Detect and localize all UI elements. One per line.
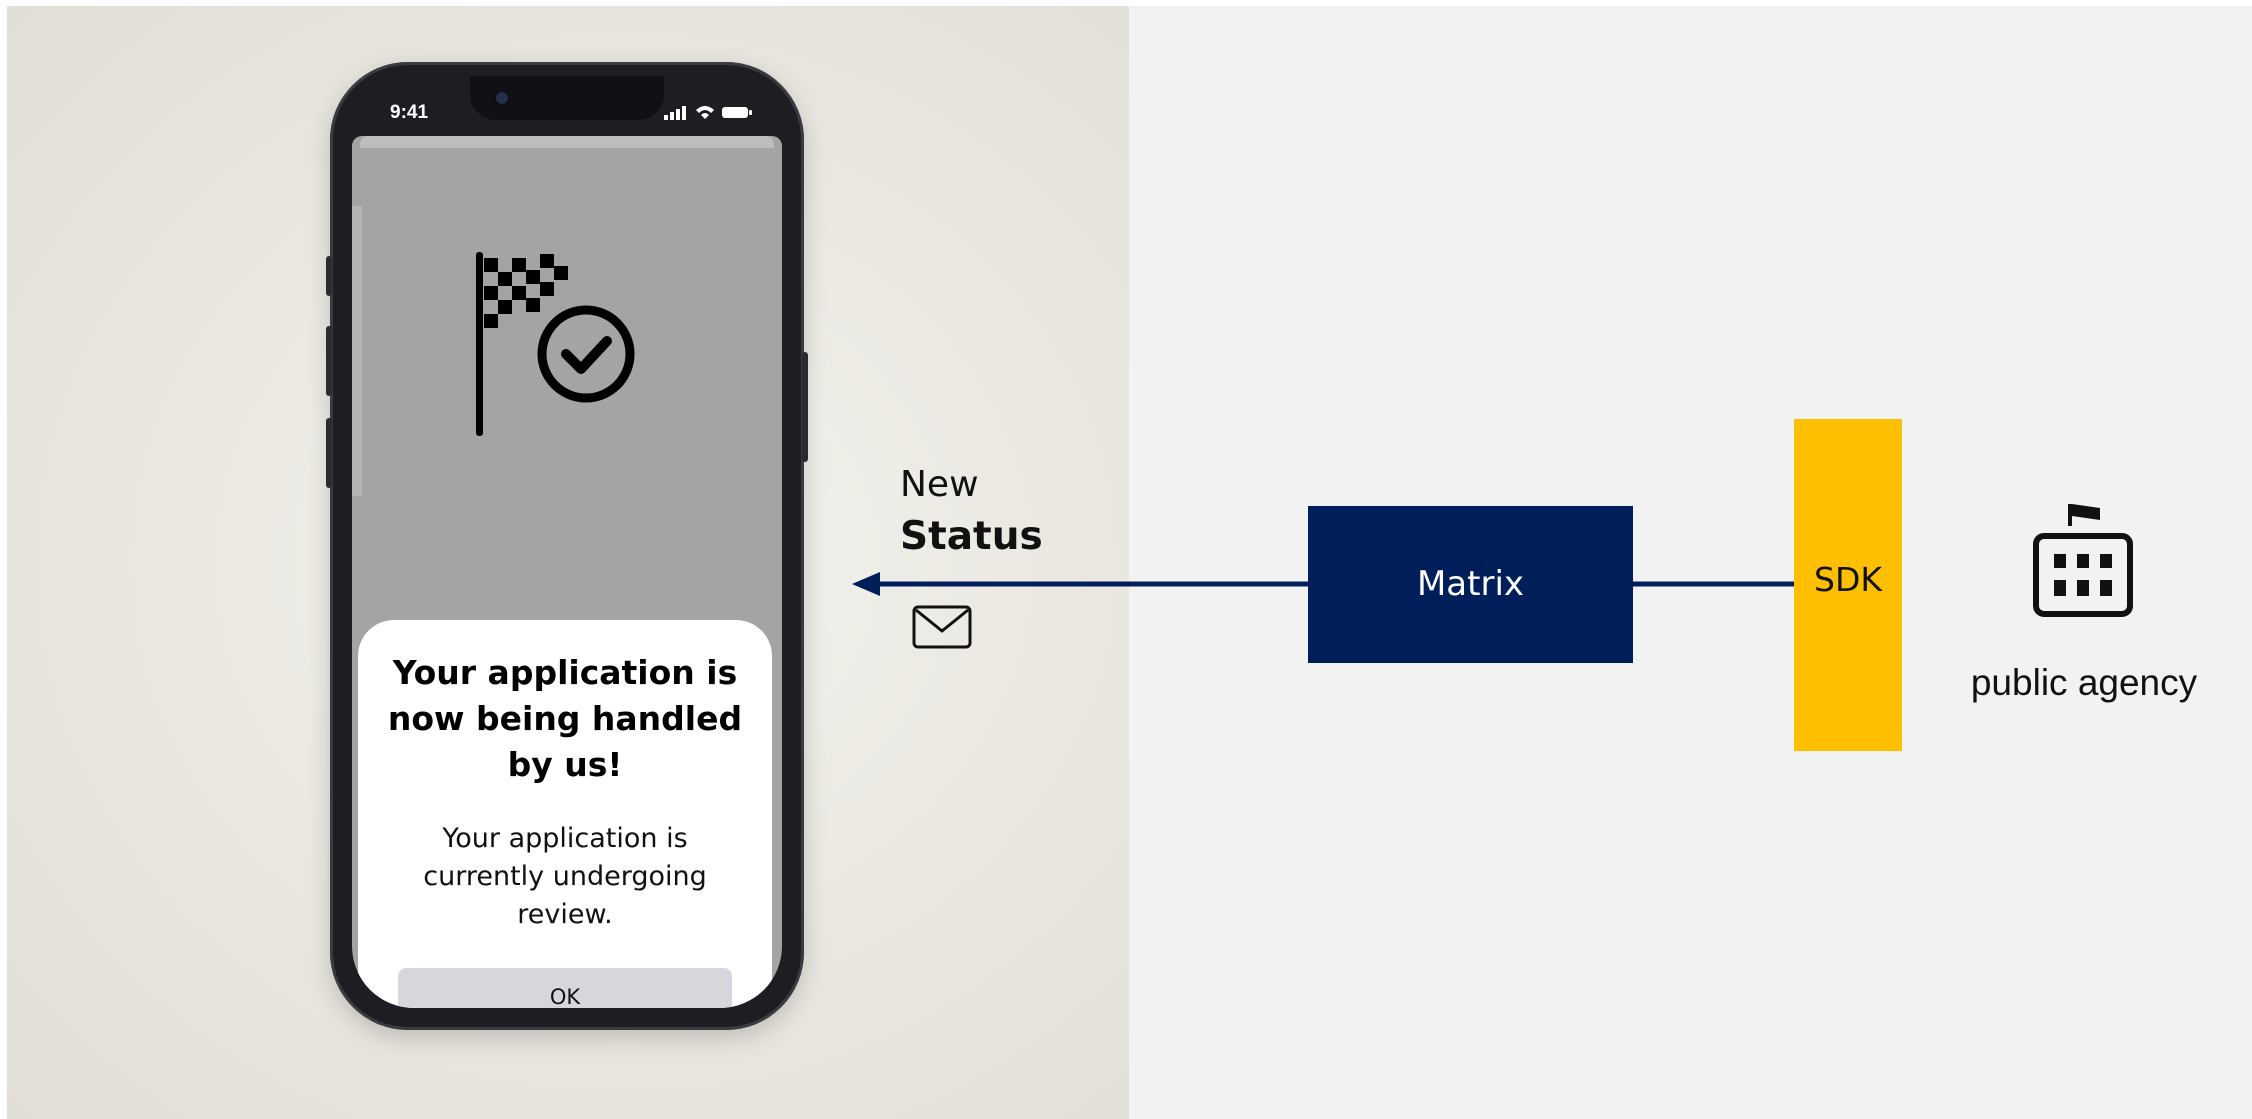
envelope-icon [912,605,972,649]
message-label-status: Status [900,514,1043,559]
building-with-flag-icon [2033,504,2133,617]
message-label-new: New [900,464,979,505]
matrix-node: Matrix [1308,506,1633,663]
agency-label: public agency [1970,662,2198,703]
connector-lines [852,572,1794,596]
status-arrow-head [852,572,880,596]
diagram-canvas: 9:41 Your application is now being handl… [0,0,2252,1119]
sdk-label: SDK [1814,560,1882,599]
